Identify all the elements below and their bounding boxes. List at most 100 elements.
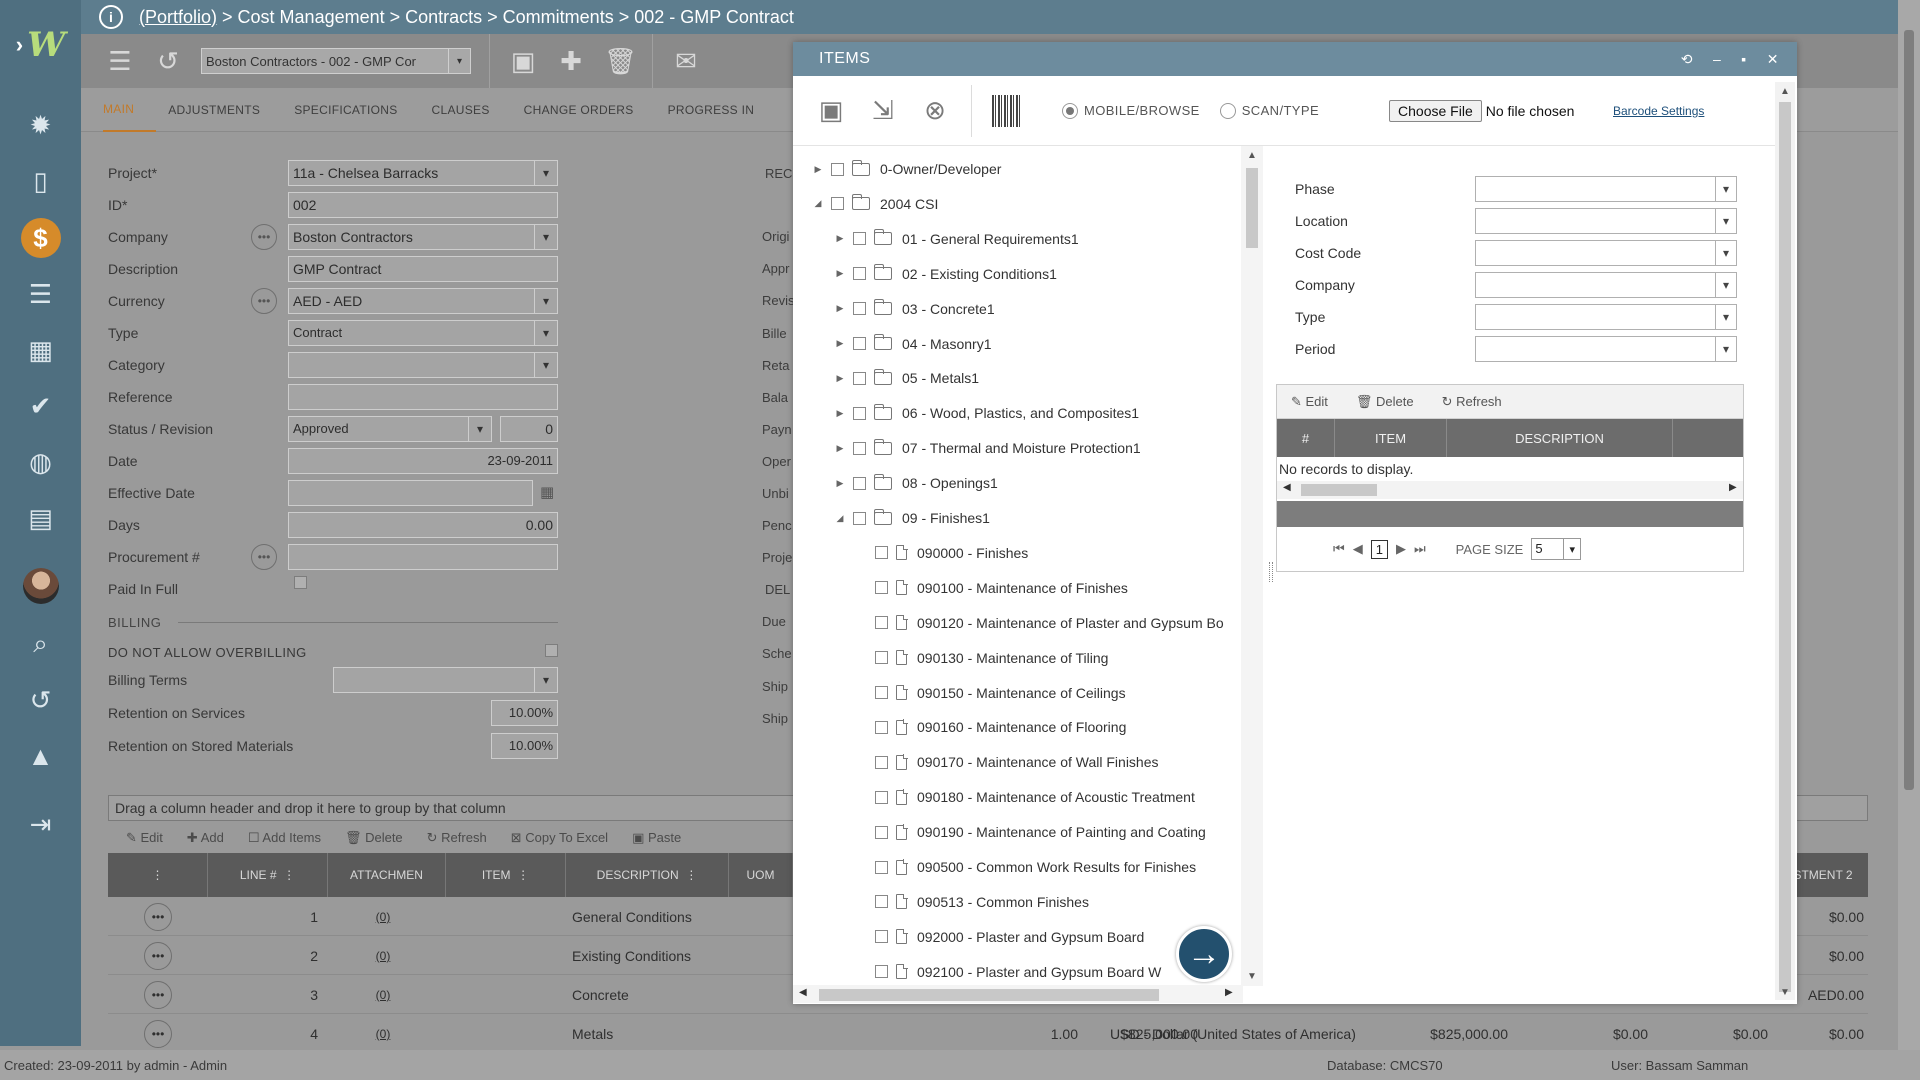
building-icon[interactable]: ▦ <box>0 330 81 370</box>
grid-edit-button[interactable]: ✎ Edit <box>126 830 163 846</box>
close-icon[interactable]: ✕ <box>1767 51 1779 68</box>
tree-node-checkbox[interactable] <box>831 197 844 211</box>
project-select[interactable]: 11a - Chelsea Barracks <box>288 160 558 186</box>
sub-col-item[interactable]: ITEM <box>1335 419 1447 457</box>
tree-node[interactable]: 090000 - Finishes <box>855 540 1028 566</box>
selected-items-hscroll[interactable]: ◀ ▶ <box>1277 481 1743 499</box>
grid-copy-excel-button[interactable]: ⊠ Copy To Excel <box>511 830 608 846</box>
tree-node-checkbox[interactable] <box>853 371 866 385</box>
page-scrollbar-thumb[interactable] <box>1904 30 1914 790</box>
contract-select[interactable]: Boston Contractors - 002 - GMP Cor ▾ <box>201 48 471 74</box>
barcode-icon[interactable] <box>992 94 1022 127</box>
expand-arrow-icon[interactable]: ▶ <box>833 408 847 419</box>
tree-node-checkbox[interactable] <box>853 302 866 316</box>
tree-node[interactable]: ▶ 03 - Concrete1 <box>833 296 995 322</box>
filter-company-select[interactable] <box>1475 272 1737 298</box>
email-icon[interactable]: ✉ <box>671 46 701 77</box>
filter-type-select[interactable] <box>1475 304 1737 330</box>
expand-arrow-icon[interactable]: ▶ <box>833 338 847 349</box>
breadcrumb-portfolio-link[interactable]: (Portfolio) <box>139 7 217 28</box>
tab-main[interactable]: MAIN <box>103 88 157 132</box>
grid-col-attachments[interactable]: ATTACHMEN <box>328 853 446 897</box>
id-field[interactable]: 002 <box>288 192 558 218</box>
type-select[interactable]: Contract <box>288 320 558 346</box>
tree-horizontal-scrollbar[interactable]: ◀ ▶ <box>793 985 1243 1003</box>
pane-splitter[interactable] <box>1269 562 1273 582</box>
tree-node[interactable]: 090513 - Common Finishes <box>855 889 1089 915</box>
tree-node-checkbox[interactable] <box>875 651 888 665</box>
tree-node-checkbox[interactable] <box>875 686 888 699</box>
sub-edit-button[interactable]: ✎ Edit <box>1291 394 1328 410</box>
tree-node-checkbox[interactable] <box>853 267 866 281</box>
app-logo[interactable]: › W <box>0 0 81 90</box>
tab-adjustments[interactable]: ADJUSTMENTS <box>168 88 282 132</box>
tree-node[interactable]: ◢ 2004 CSI <box>811 191 938 217</box>
tree-node[interactable]: 090150 - Maintenance of Ceilings <box>855 680 1126 706</box>
sub-delete-button[interactable]: 🗑 Delete <box>1356 394 1414 410</box>
expand-arrow-icon[interactable]: ▶ <box>833 233 847 244</box>
tree-node[interactable]: 090500 - Common Work Results for Finishe… <box>855 854 1196 880</box>
reference-field[interactable] <box>288 384 558 410</box>
scroll-left-icon[interactable]: ◀ <box>799 987 807 998</box>
modal-scrollbar[interactable]: ▲ ▼ <box>1775 82 1795 1000</box>
expand-arrow-icon[interactable]: ▶ <box>811 164 825 175</box>
tree-node[interactable]: ▶ 05 - Metals1 <box>833 365 979 391</box>
tree-node-checkbox[interactable] <box>875 825 888 839</box>
scroll-down-icon[interactable]: ▼ <box>1241 971 1263 982</box>
choose-file-button[interactable]: Choose File <box>1389 99 1482 122</box>
tree-node[interactable]: 090100 - Maintenance of Finishes <box>855 575 1128 601</box>
tree-node-checkbox[interactable] <box>875 546 888 560</box>
grid-delete-button[interactable]: 🗑 Delete <box>345 830 403 846</box>
tree-node[interactable]: ▶ 0-Owner/Developer <box>811 156 1001 182</box>
retention-stored-field[interactable]: 10.00% <box>491 733 558 759</box>
grid-col-item[interactable]: ITEM ⋮ <box>446 853 566 897</box>
barcode-settings-link[interactable]: Barcode Settings <box>1613 104 1704 118</box>
revision-field[interactable]: 0 <box>500 416 558 442</box>
description-field[interactable]: GMP Contract <box>288 256 558 282</box>
calendar-icon[interactable]: ▦ <box>540 483 554 501</box>
delete-icon[interactable]: 🗑 <box>604 46 637 77</box>
row-more-button[interactable]: ••• <box>144 980 172 1009</box>
modal-scrollbar-thumb[interactable] <box>1779 102 1791 992</box>
procurement-more-button[interactable]: ••• <box>251 544 277 570</box>
tab-progress-invoices[interactable]: PROGRESS IN <box>668 88 777 132</box>
page-size-select[interactable]: 5 <box>1531 538 1582 560</box>
date-field[interactable]: 23-09-2011 <box>288 448 558 474</box>
days-field[interactable]: 0.00 <box>288 512 558 538</box>
cost-management-icon[interactable]: $ <box>0 218 81 258</box>
grid-col-menu[interactable]: ⋮ <box>108 853 208 897</box>
tree-node[interactable]: 090130 - Maintenance of Tiling <box>855 645 1108 671</box>
grid-add-button[interactable]: ✚ Add <box>187 830 224 846</box>
briefcase-icon[interactable]: ▤ <box>0 498 81 538</box>
tree-node[interactable]: 090170 - Maintenance of Wall Finishes <box>855 749 1159 775</box>
list-icon[interactable]: ☰ <box>105 46 135 77</box>
expand-arrow-icon[interactable]: ▶ <box>833 268 847 279</box>
first-page-icon[interactable]: ⏮ <box>1333 541 1345 557</box>
tree-node-checkbox[interactable] <box>875 790 888 804</box>
table-row[interactable]: ••• 4 (0) Metals 1.00 $825,000.00 USD - … <box>108 1014 1868 1053</box>
tree-node-checkbox[interactable] <box>875 930 888 944</box>
export-file-icon[interactable]: ⇲ <box>867 95 899 127</box>
no-overbilling-checkbox[interactable] <box>545 644 558 657</box>
info-icon[interactable]: i <box>99 5 123 29</box>
logout-icon[interactable]: ⇥ <box>0 804 81 844</box>
prev-page-icon[interactable]: ◀ <box>1353 541 1363 557</box>
maximize-icon[interactable]: ▪ <box>1741 51 1746 67</box>
row-more-button[interactable]: ••• <box>144 941 172 970</box>
tree-node-checkbox[interactable] <box>853 511 866 525</box>
tree-hscroll-thumb[interactable] <box>819 989 1159 1001</box>
tree-node[interactable]: ▶ 08 - Openings1 <box>833 470 998 496</box>
undo-history-icon[interactable]: ↺ <box>153 46 183 77</box>
paid-in-full-checkbox[interactable] <box>294 576 307 589</box>
tree-node-checkbox[interactable] <box>853 406 866 420</box>
currency-more-button[interactable]: ••• <box>251 288 277 314</box>
status-select[interactable]: Approved <box>288 416 492 442</box>
tree-node-checkbox[interactable] <box>853 476 866 490</box>
sub-col-description[interactable]: DESCRIPTION <box>1447 419 1673 457</box>
graduation-cap-icon[interactable]: ▲ <box>0 736 81 776</box>
mode-scan-radio[interactable]: SCAN/TYPE <box>1219 102 1319 119</box>
tree-node[interactable]: 090180 - Maintenance of Acoustic Treatme… <box>855 784 1195 810</box>
row-attachments-link[interactable]: (0) <box>328 1014 438 1053</box>
expand-nav-icon[interactable]: › <box>16 32 23 58</box>
tree-node-checkbox[interactable] <box>831 162 844 176</box>
